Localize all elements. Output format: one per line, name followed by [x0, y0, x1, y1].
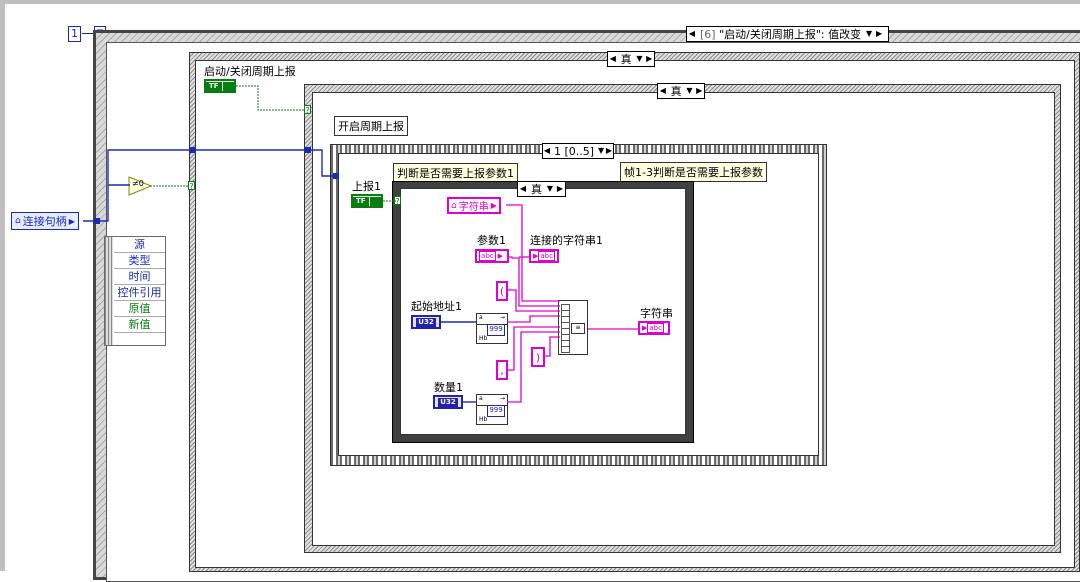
event-data-oldval[interactable]: 原值: [114, 301, 165, 317]
comma-constant[interactable]: ,: [496, 360, 508, 380]
bool-control-main-label: 启动/关闭周期上报: [204, 65, 296, 78]
sequence-frame-selector[interactable]: ◀ 1 [0..5] ▼ ▶: [542, 143, 614, 159]
seq-dropdown-icon[interactable]: ▼: [597, 144, 605, 158]
u32-glyph: U32: [438, 397, 458, 407]
concat-string1-terminal[interactable]: ▶ abc: [529, 249, 559, 263]
outer-prev-arrow-icon[interactable]: ◀: [608, 52, 618, 66]
close-paren-constant[interactable]: ): [531, 347, 545, 367]
dropdown-arrow-icon[interactable]: ▼: [864, 27, 874, 41]
concat-slot: [561, 346, 570, 353]
arrow-right-icon: →: [499, 395, 505, 402]
arrow-right-icon: ▶: [222, 81, 234, 91]
not-equal-zero-glyph: ≠0: [132, 179, 144, 188]
start-periodic-report-label: 开启周期上报: [334, 116, 408, 136]
connection-refnum[interactable]: ⌂ 连接句柄 ▶: [11, 212, 79, 230]
fmt-node-bottom: Hb: [479, 416, 488, 423]
event-data-source[interactable]: 源: [114, 237, 165, 253]
event-data-time[interactable]: 时间: [114, 269, 165, 285]
event-data-ctlref[interactable]: 控件引用: [114, 285, 165, 301]
tf-glyph: TF: [353, 196, 369, 206]
concat-string1-glyph: abc: [538, 251, 555, 261]
refnum-tunnel-inner-case: [305, 147, 311, 153]
start-address-terminal[interactable]: U32: [411, 315, 441, 329]
connection-refnum-label: 连接句柄: [22, 215, 67, 228]
fmt-node-a: a: [479, 395, 483, 402]
output-string-label: 字符串: [640, 307, 673, 320]
fmt-node-display: 999: [487, 405, 505, 417]
fmt-node-bottom: Hb: [479, 335, 488, 342]
inner-case-selector[interactable]: ◀ 真 ▼ ▶: [657, 83, 705, 99]
open-paren-constant[interactable]: (: [496, 281, 508, 301]
inner-case-value: 真: [670, 85, 682, 98]
param1-terminal[interactable]: abc ▶: [475, 249, 509, 263]
event-data-newval[interactable]: 新值: [114, 317, 165, 333]
concat-output-icon: ≡: [571, 323, 585, 334]
event-case-selector[interactable]: ◀ [6] "启动/关闭周期上报": 值改变 ▼ ▶: [686, 26, 889, 42]
quantity-label: 数量1: [434, 381, 463, 394]
case-selector-terminal-outer[interactable]: ?: [188, 181, 195, 191]
fmt-node-a: a: [479, 314, 483, 321]
arrow-right-icon: ▶: [369, 196, 381, 206]
arrow-right-icon: →: [499, 314, 505, 321]
inner-dropdown-icon[interactable]: ▼: [685, 84, 695, 98]
param1-label: 参数1: [477, 234, 506, 247]
event-data-node[interactable]: 源 类型 时间 控件引用 原值 新值: [104, 236, 166, 346]
event-data-type[interactable]: 类型: [114, 253, 165, 269]
refnum-tunnel-event: [94, 218, 100, 224]
report1-label: 上报1: [352, 180, 381, 193]
diagram-top-border: [0, 0, 1080, 4]
diagram-left-strip: [0, 0, 5, 571]
report1-terminal[interactable]: TF ▶: [351, 194, 383, 208]
fmt-node-display: 999: [487, 324, 505, 336]
event-index: [6]: [700, 28, 716, 41]
tf-glyph: TF: [206, 81, 222, 91]
judge-param-label: 判断是否需要上报参数1: [393, 163, 518, 183]
sequence-frame-value: 1 [0..5]: [553, 144, 595, 158]
outer-dropdown-icon[interactable]: ▼: [635, 52, 645, 66]
param1-glyph: abc: [479, 251, 496, 261]
event-name: "启动/关闭周期上报": 值改变: [719, 28, 862, 41]
u32-glyph: U32: [416, 317, 436, 327]
refnum-tunnel-outer-case: [190, 147, 196, 153]
concatenate-strings-node[interactable]: ≡: [558, 300, 588, 355]
sequence-index[interactable]: 1: [68, 26, 81, 42]
case-selector-terminal-innermost[interactable]: ?: [394, 196, 401, 206]
start-address-label: 起始地址1: [411, 300, 462, 313]
prev-case-arrow-icon[interactable]: ◀: [687, 27, 697, 41]
string-local-variable[interactable]: ⌂ 字符串 ▶: [447, 197, 501, 214]
inner-next-arrow-icon[interactable]: ▶: [694, 84, 704, 98]
innermost-case-value: 真: [531, 183, 542, 196]
house-icon: ⌂: [451, 200, 457, 211]
case-selector-terminal-inner[interactable]: ?: [304, 105, 311, 115]
innermost-next-arrow-icon[interactable]: ▶: [555, 182, 565, 196]
seq-next-arrow-icon[interactable]: ▶: [605, 144, 613, 158]
quantity-terminal[interactable]: U32: [433, 395, 463, 409]
outer-next-arrow-icon[interactable]: ▶: [644, 52, 654, 66]
innermost-prev-arrow-icon[interactable]: ◀: [518, 182, 528, 196]
event-data-left-bar: [105, 237, 113, 345]
arrow-right-icon: ▶: [68, 216, 75, 226]
concat-string1-label: 连接的字符串1: [530, 234, 603, 247]
house-icon: ⌂: [15, 216, 21, 226]
number-to-string-node-address[interactable]: a → 999 Hb: [476, 313, 508, 344]
next-case-arrow-icon[interactable]: ▶: [874, 27, 884, 41]
innermost-case-selector[interactable]: ◀ 真 ▼ ▶: [517, 181, 566, 197]
string-local-label: 字符串: [458, 202, 489, 213]
arrow-right-icon: ▶: [497, 252, 503, 260]
number-to-string-node-quantity[interactable]: a → 999 Hb: [476, 394, 508, 425]
outer-case-value: 真: [620, 53, 632, 66]
frame-comment: 帧1-3判断是否需要上报参数: [620, 162, 767, 182]
seq-prev-arrow-icon[interactable]: ◀: [543, 144, 551, 158]
event-data-rows: 源 类型 时间 控件引用 原值 新值: [114, 237, 165, 333]
not-equal-zero-node[interactable]: ≠0: [128, 176, 153, 196]
innermost-dropdown-icon[interactable]: ▼: [545, 182, 555, 196]
output-string-terminal[interactable]: ▶ abc: [638, 321, 670, 335]
arrow-right-icon: ▶: [490, 201, 497, 210]
outer-case-selector[interactable]: ◀ 真 ▼ ▶: [607, 51, 655, 67]
refnum-tunnel-sequence: [333, 173, 339, 179]
output-string-glyph: abc: [647, 323, 664, 333]
bool-control-main-terminal[interactable]: TF ▶: [204, 79, 236, 93]
inner-prev-arrow-icon[interactable]: ◀: [658, 84, 668, 98]
